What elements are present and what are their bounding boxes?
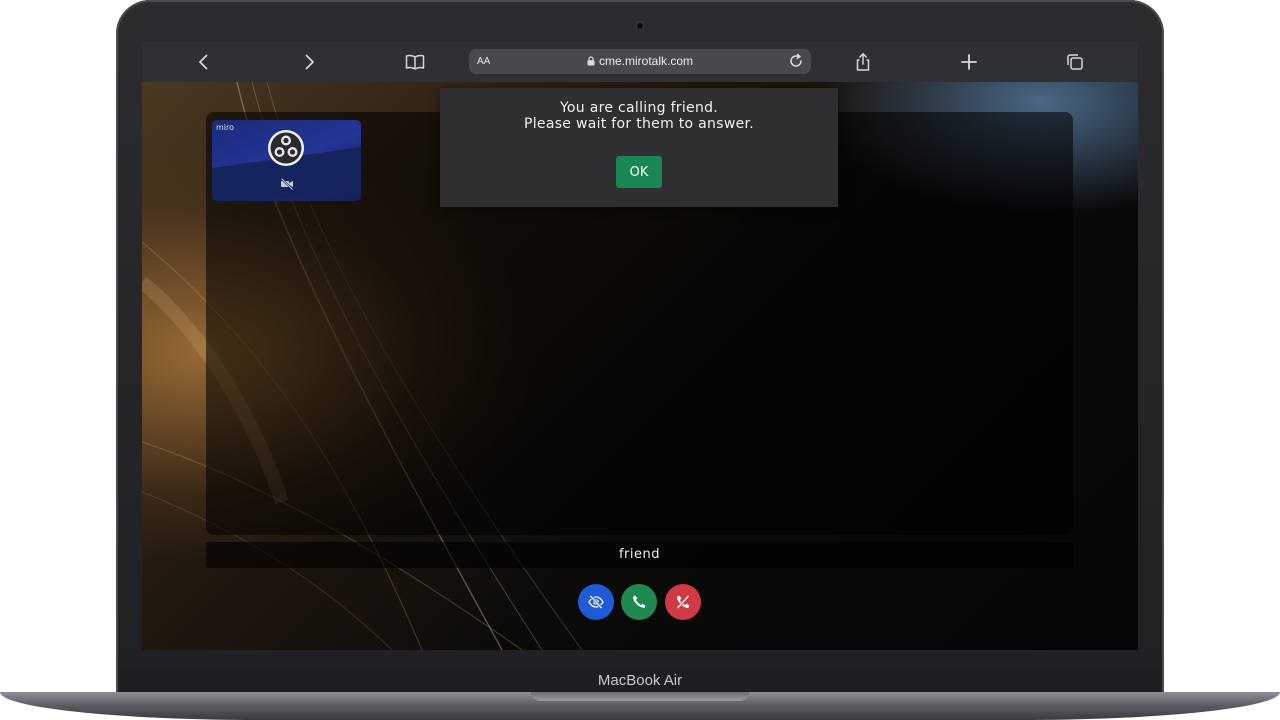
calling-dialog: You are calling friend. Please wait for … (440, 88, 838, 207)
laptop-notch (531, 692, 749, 701)
browser-toolbar: AA cme.mirotalk.com (142, 42, 1138, 83)
phone-icon (633, 595, 646, 608)
lock-icon (587, 56, 595, 66)
address-bar[interactable]: AA cme.mirotalk.com (469, 49, 811, 74)
local-video[interactable]: miro (212, 120, 361, 201)
webcam (637, 23, 643, 29)
hangup-button[interactable] (665, 584, 701, 620)
remote-user-name: friend (206, 542, 1073, 568)
url-text: cme.mirotalk.com (598, 54, 693, 68)
ok-button[interactable]: OK (616, 156, 662, 188)
book-icon[interactable] (405, 52, 425, 72)
dialog-line-1: You are calling friend. (559, 100, 719, 116)
obs-logo-icon (268, 130, 304, 166)
video-off-icon (280, 177, 294, 191)
dialog-message: You are calling friend. Please wait for … (440, 100, 838, 132)
chevron-left-icon[interactable] (194, 52, 214, 72)
plus-icon[interactable] (959, 52, 979, 72)
phone-hangup-icon (676, 594, 690, 610)
tabs-icon[interactable] (1065, 52, 1085, 72)
video-call-page: miro You are calling friend. Please wait… (142, 82, 1138, 650)
hide-video-button[interactable] (578, 584, 614, 620)
chevron-right-icon[interactable] (299, 52, 319, 72)
device-label: MacBook Air (597, 672, 683, 689)
local-user-name: miro (216, 123, 235, 132)
dialog-line-2: Please wait for them to answer. (523, 116, 755, 132)
laptop-screen: AA cme.mirotalk.com miro You are calling… (142, 42, 1138, 650)
share-icon[interactable] (853, 52, 873, 72)
reload-icon[interactable] (787, 52, 805, 70)
call-button[interactable] (621, 584, 657, 620)
eye-slash-icon (588, 594, 604, 610)
